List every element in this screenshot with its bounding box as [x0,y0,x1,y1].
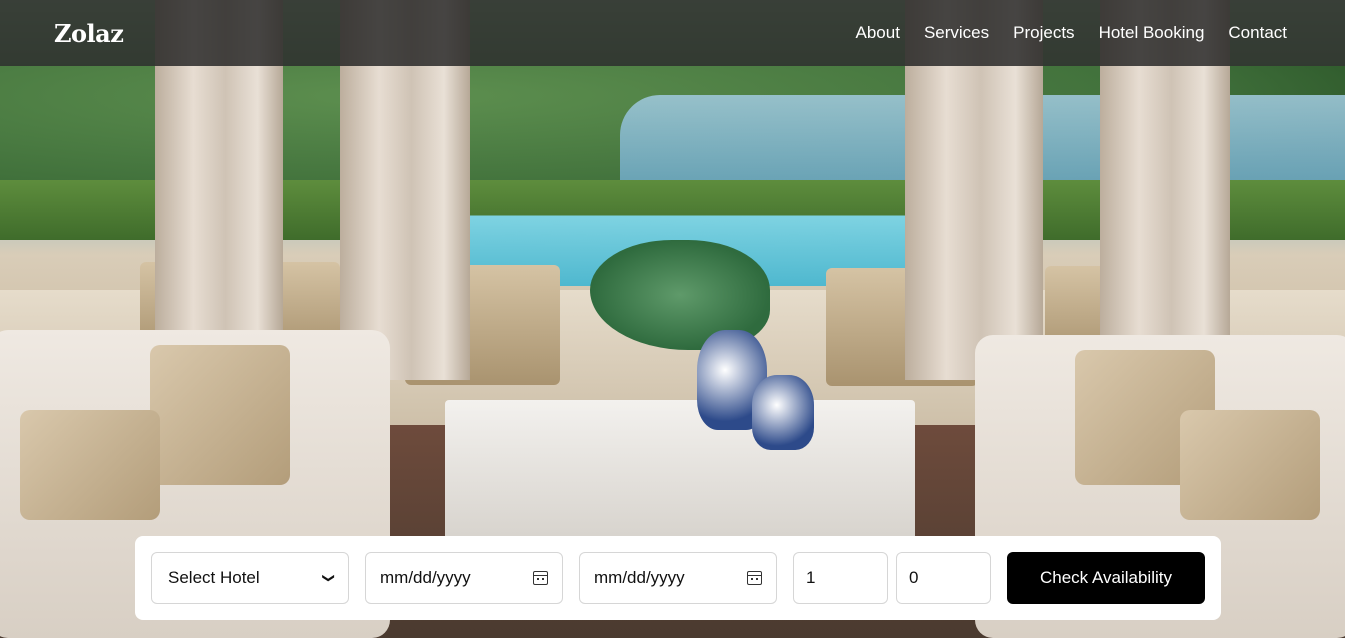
check-availability-button[interactable]: Check Availability [1007,552,1205,604]
nav-link-hotel-booking[interactable]: Hotel Booking [1099,23,1205,43]
hotel-select[interactable]: Select Hotel ❯ [151,552,349,604]
chevron-down-icon: ❯ [321,572,336,584]
blue-vase [752,375,814,450]
adults-value: 1 [806,568,816,587]
children-input[interactable]: 0 [896,552,991,604]
nav-link-services[interactable]: Services [924,23,989,43]
cushion [20,410,160,520]
top-navbar: Zolaz About Services Projects Hotel Book… [0,0,1345,66]
cushion [1180,410,1320,520]
nav-link-about[interactable]: About [856,23,900,43]
adults-input[interactable]: 1 [793,552,888,604]
checkin-date-input[interactable]: mm/dd/yyyy [365,552,563,604]
checkin-date-placeholder: mm/dd/yyyy [380,568,471,587]
checkout-date-input[interactable]: mm/dd/yyyy [579,552,777,604]
nav-link-contact[interactable]: Contact [1228,23,1287,43]
brand-logo[interactable]: Zolaz [54,19,124,48]
checkout-date-placeholder: mm/dd/yyyy [594,568,685,587]
cushion [150,345,290,485]
calendar-icon[interactable] [533,571,548,585]
calendar-icon[interactable] [747,571,762,585]
nav-link-projects[interactable]: Projects [1013,23,1074,43]
booking-form: Select Hotel ❯ mm/dd/yyyy mm/dd/yyyy 1 0… [135,536,1221,620]
hotel-select-value: Select Hotel [168,568,260,587]
main-nav: About Services Projects Hotel Booking Co… [856,23,1287,43]
coffee-table [445,400,915,540]
children-value: 0 [909,568,919,587]
